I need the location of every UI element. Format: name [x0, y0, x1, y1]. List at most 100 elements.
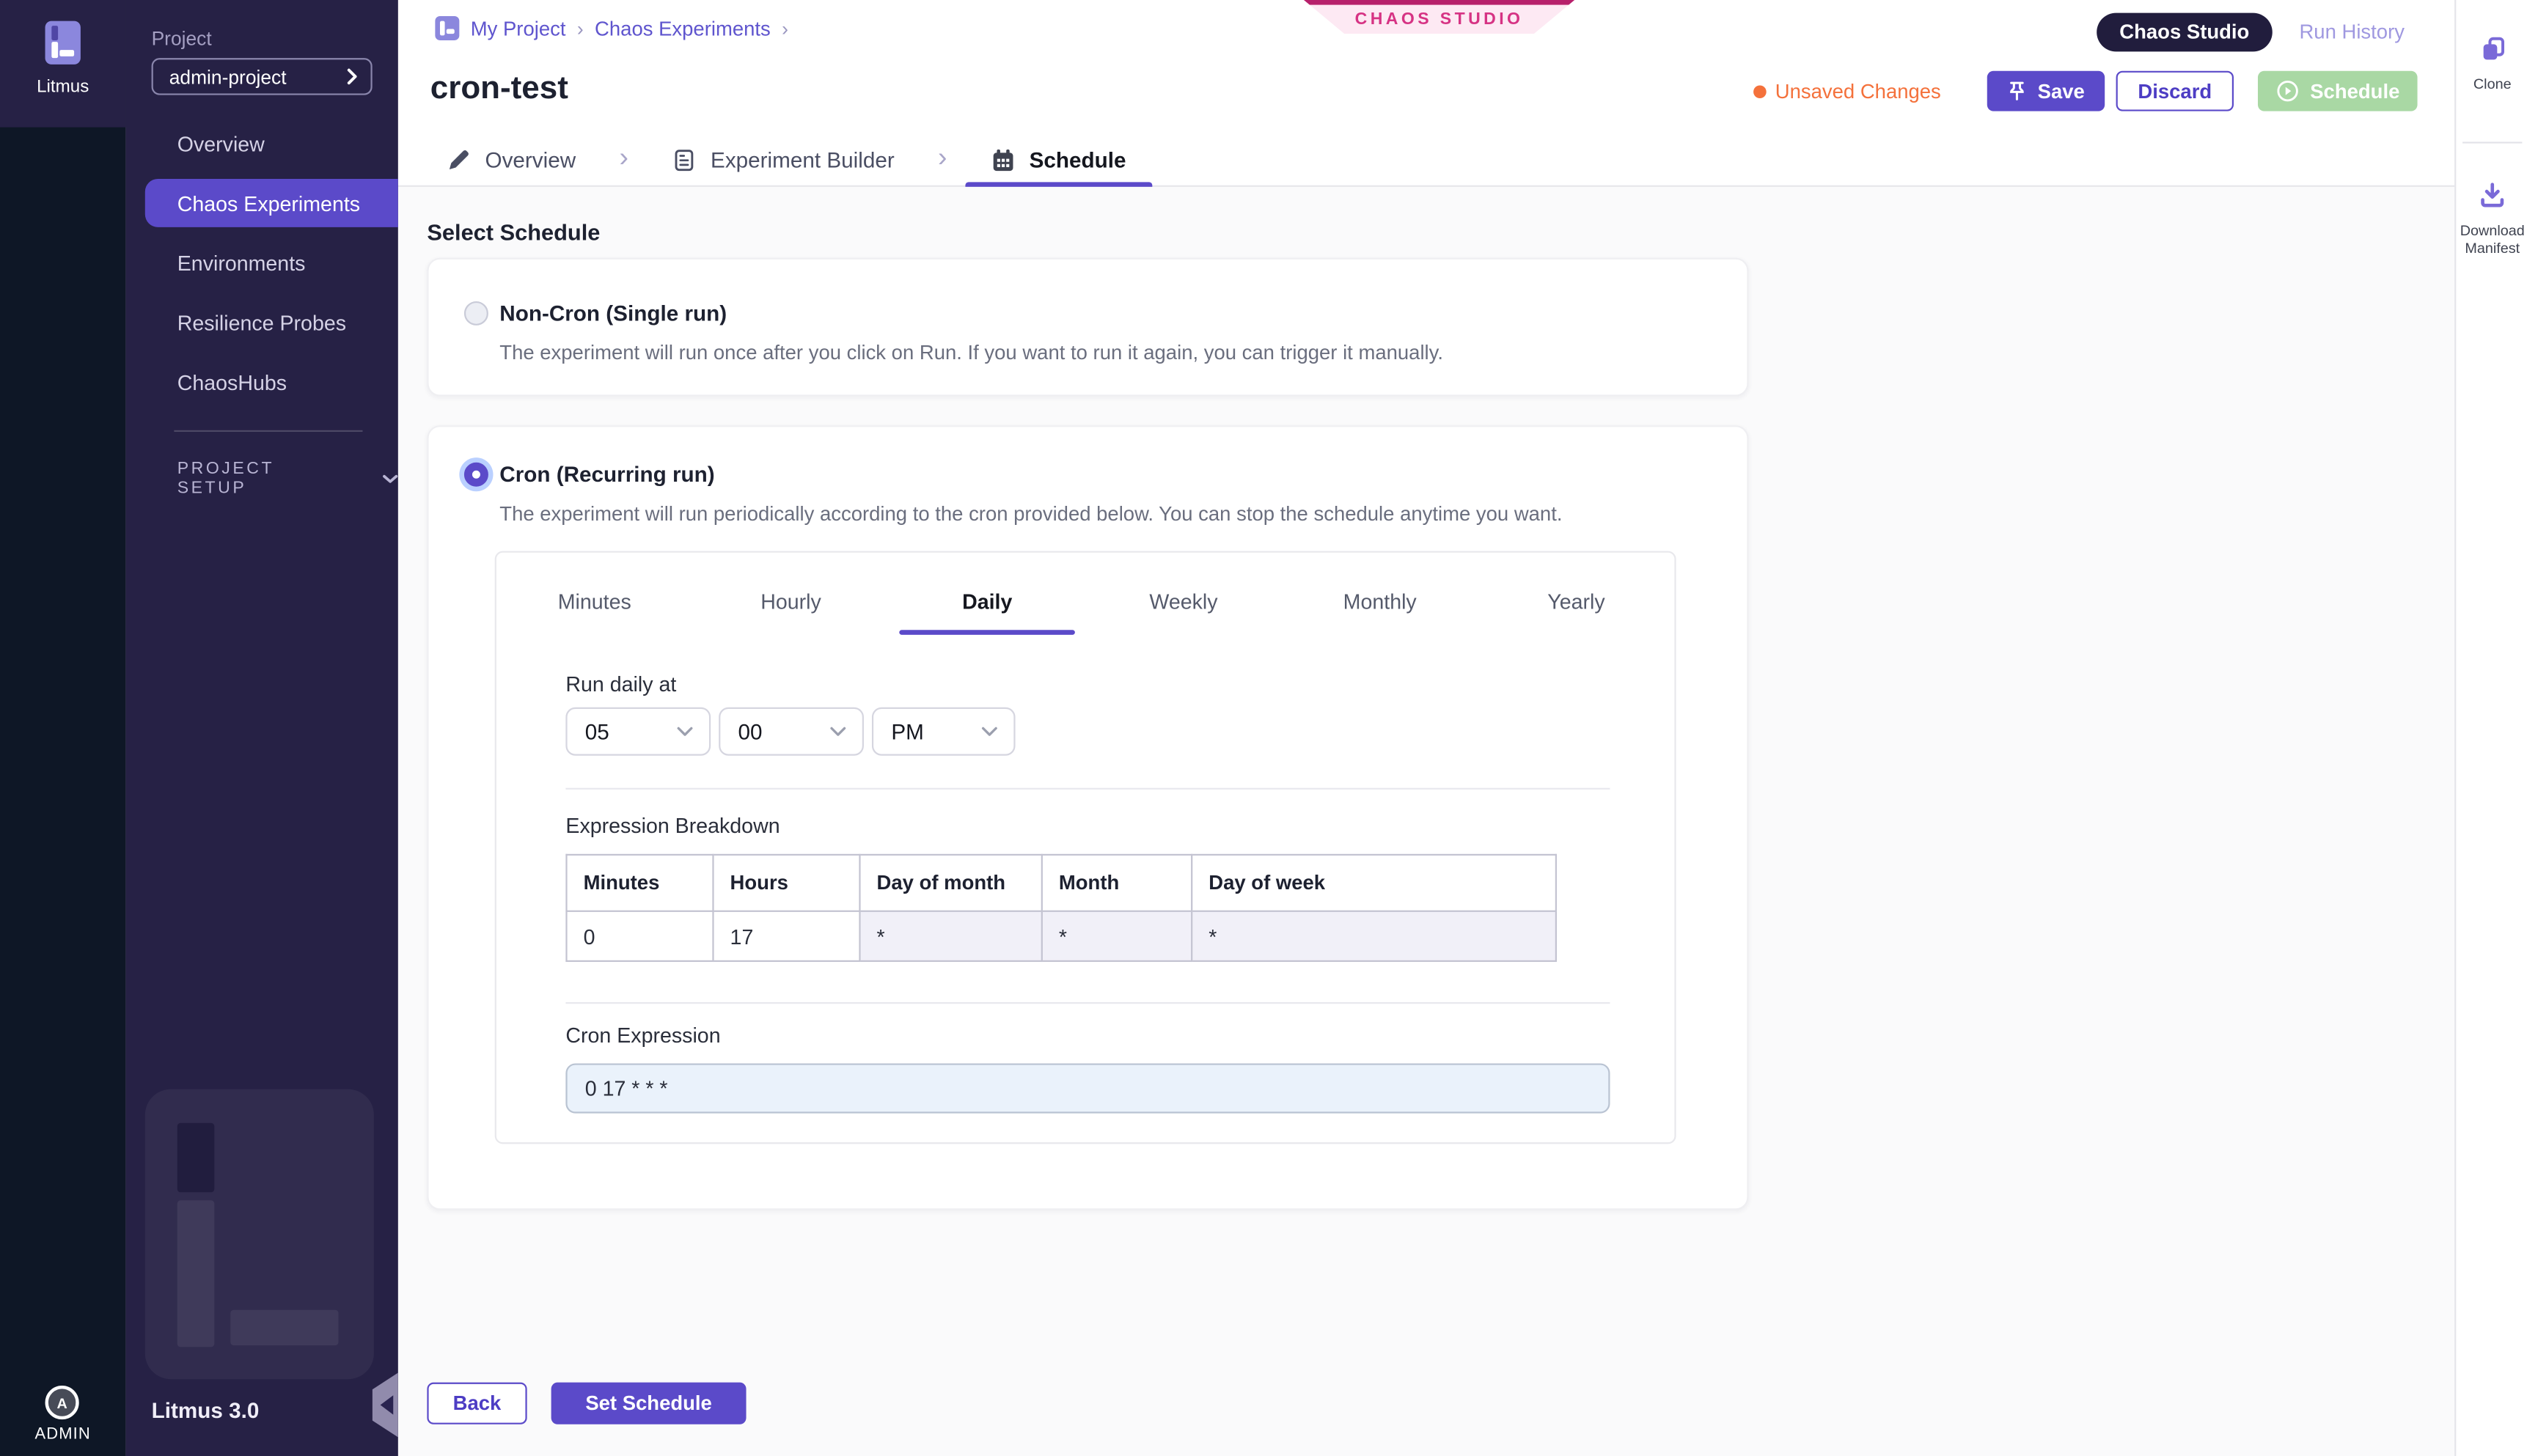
page-title: cron-test [430, 71, 568, 109]
non-cron-title: Non-Cron (Single run) [499, 301, 727, 326]
back-button[interactable]: Back [427, 1383, 527, 1424]
studio-tabs: Overview › Experiment Builder › Schedule [447, 132, 1155, 187]
cron-tab-monthly[interactable]: Monthly [1282, 553, 1478, 635]
cron-title: Cron (Recurring run) [499, 463, 714, 487]
expression-breakdown-label: Expression Breakdown [565, 814, 780, 838]
clone-label: Clone [2456, 76, 2527, 93]
project-setup-toggle[interactable]: PROJECT SETUP [177, 459, 398, 498]
litmus-logo-icon[interactable] [45, 21, 81, 65]
cron-option-card: Cron (Recurring run) The experiment will… [427, 425, 1748, 1210]
sidebar-item-environments[interactable]: Environments [145, 238, 398, 287]
tab-overview[interactable]: Overview [447, 132, 605, 187]
avatar[interactable]: A [45, 1386, 79, 1419]
rail-divider [2462, 141, 2522, 143]
breadcrumb-my-project[interactable]: My Project [471, 17, 566, 40]
app-window: Litmus A ADMIN Project admin-project Ove… [0, 0, 2527, 1456]
schedule-page: Select Schedule Non-Cron (Single run) Th… [398, 187, 2454, 1456]
non-cron-radio[interactable] [464, 301, 488, 326]
breadcrumb-separator: › [782, 17, 788, 40]
sidebar-item-resilience-probes[interactable]: Resilience Probes [145, 298, 398, 347]
run-daily-at-label: Run daily at [565, 672, 676, 696]
rail-brand-block: Litmus [0, 0, 125, 128]
cron-expression-label: Cron Expression [565, 1023, 720, 1048]
col-minutes: Minutes [566, 855, 713, 911]
non-cron-description: The experiment will run once after you c… [499, 342, 1443, 364]
tab-experiment-builder[interactable]: Experiment Builder [643, 132, 924, 187]
cron-radio[interactable] [464, 463, 488, 487]
main-area: CHAOS STUDIO My Project › Chaos Experime… [398, 0, 2454, 1456]
chevron-down-icon [981, 727, 997, 736]
pencil-icon [447, 147, 471, 172]
chevron-down-icon [381, 473, 398, 484]
breadcrumb-logo-icon [435, 16, 459, 40]
discard-button[interactable]: Discard [2116, 71, 2234, 111]
cron-config-panel: Minutes Hourly Daily Weekly Monthly Year… [495, 551, 1676, 1144]
icon-rail: Litmus A ADMIN [0, 0, 125, 1456]
non-cron-option-card[interactable]: Non-Cron (Single run) The experiment wil… [427, 258, 1748, 397]
schedule-button-disabled[interactable]: Schedule [2259, 71, 2418, 111]
clone-icon [2478, 35, 2507, 62]
chaos-studio-toggle[interactable]: Chaos Studio [2097, 13, 2273, 52]
breadcrumb: My Project › Chaos Experiments › [435, 16, 788, 40]
header-actions: Unsaved Changes Save Discard Schedule [1753, 71, 2418, 111]
col-day-of-week: Day of week [1192, 855, 1556, 911]
builder-icon [672, 147, 696, 172]
save-button[interactable]: Save [1988, 71, 2105, 111]
value-hours: 17 [713, 911, 859, 961]
cron-tab-yearly[interactable]: Yearly [1478, 553, 1675, 635]
time-selects: 05 00 PM [565, 707, 1015, 756]
version-label: Litmus 3.0 [152, 1399, 260, 1423]
meridiem-select[interactable]: PM [872, 707, 1016, 756]
hour-select[interactable]: 05 [565, 707, 711, 756]
set-schedule-button[interactable]: Set Schedule [551, 1383, 747, 1424]
pin-icon [2007, 81, 2028, 102]
breadcrumb-chaos-experiments[interactable]: Chaos Experiments [595, 17, 771, 40]
divider [565, 788, 1610, 790]
project-select[interactable]: admin-project [152, 58, 373, 95]
cron-tab-daily[interactable]: Daily [889, 553, 1085, 635]
expression-breakdown-table: Minutes Hours Day of month Month Day of … [565, 854, 1557, 962]
chevron-down-icon [677, 727, 693, 736]
view-toggle: Chaos Studio Run History [2097, 13, 2405, 52]
clone-action[interactable]: Clone [2456, 35, 2527, 93]
sidebar-collapse-handle[interactable] [373, 1372, 398, 1437]
breadcrumb-separator: › [577, 17, 584, 40]
value-day-of-month: * [859, 911, 1041, 961]
play-circle-icon [2276, 79, 2300, 103]
page-header: CHAOS STUDIO My Project › Chaos Experime… [398, 0, 2454, 187]
run-history-toggle[interactable]: Run History [2299, 21, 2405, 44]
cron-description: The experiment will run periodically acc… [499, 503, 1562, 526]
chaos-studio-ribbon: CHAOS STUDIO [1304, 0, 1574, 34]
cron-tab-weekly[interactable]: Weekly [1085, 553, 1282, 635]
sidebar-divider [174, 430, 362, 432]
download-manifest-action[interactable]: Download Manifest [2456, 180, 2527, 257]
sidebar-item-overview[interactable]: Overview [145, 120, 398, 168]
col-day-of-month: Day of month [859, 855, 1041, 911]
user-label: ADMIN [0, 1426, 125, 1444]
cron-expression-input[interactable]: 0 17 * * * [565, 1063, 1610, 1113]
brand-label: Litmus [0, 77, 125, 96]
table-value-row: 0 17 * * * [566, 911, 1555, 961]
value-day-of-week: * [1192, 911, 1556, 961]
value-month: * [1042, 911, 1192, 961]
collapse-arrow-icon [381, 1395, 394, 1414]
select-schedule-heading: Select Schedule [427, 219, 600, 245]
tab-separator-icon: › [605, 141, 643, 177]
project-select-value: admin-project [169, 65, 287, 88]
value-minutes: 0 [566, 911, 713, 961]
tab-schedule[interactable]: Schedule [961, 132, 1155, 187]
cron-tab-minutes[interactable]: Minutes [496, 553, 693, 635]
divider [565, 1002, 1610, 1004]
sidebar-item-chaos-experiments[interactable]: Chaos Experiments [145, 179, 398, 227]
cron-frequency-tabs: Minutes Hourly Daily Weekly Monthly Year… [496, 553, 1675, 635]
unsaved-changes-status: Unsaved Changes [1753, 80, 1941, 103]
col-month: Month [1042, 855, 1192, 911]
utility-rail: Clone Download Manifest [2454, 0, 2527, 1456]
cron-tab-hourly[interactable]: Hourly [693, 553, 890, 635]
unsaved-dot-icon [1753, 84, 1766, 98]
table-header-row: Minutes Hours Day of month Month Day of … [566, 855, 1555, 911]
minute-select[interactable]: 00 [719, 707, 864, 756]
chevron-down-icon [830, 727, 846, 736]
col-hours: Hours [713, 855, 859, 911]
sidebar-item-chaoshubs[interactable]: ChaosHubs [145, 358, 398, 406]
